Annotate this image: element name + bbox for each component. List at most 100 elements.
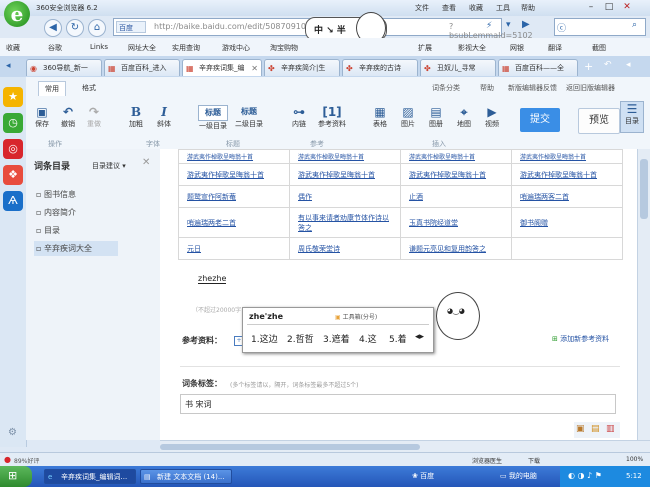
heading2-button[interactable]: 标题 二级目录 bbox=[232, 105, 266, 129]
tab-list-icon[interactable]: ◂ bbox=[626, 60, 631, 70]
refresh-icon[interactable]: ↻ bbox=[66, 19, 84, 37]
box-icon[interactable]: ▣ bbox=[576, 424, 585, 434]
album-button[interactable]: ▤ 图册 bbox=[426, 105, 446, 129]
table-cell[interactable]: 游武夷作棹歌呈晦翁十首 bbox=[511, 163, 623, 186]
menu-help[interactable]: 帮助 bbox=[521, 3, 535, 13]
dropdown-icon[interactable]: ▾ bbox=[506, 20, 511, 30]
table-button[interactable]: ▦ 表格 bbox=[370, 105, 390, 129]
undo-button[interactable]: ↶ 撤销 bbox=[58, 105, 78, 129]
star-icon[interactable]: ★ bbox=[3, 87, 23, 107]
start-button[interactable]: ⊞ bbox=[0, 466, 32, 487]
table-cell[interactable]: 止酒 bbox=[400, 185, 512, 208]
tab-format[interactable]: 格式 bbox=[76, 81, 102, 95]
toc-item[interactable]: ▫ 图书信息 bbox=[36, 189, 76, 200]
tab-active-edit[interactable]: ▦ 辛弃疾词集_编 ✕ bbox=[182, 59, 262, 76]
table-cell[interactable]: 谦题元亮见和复用韵答之 bbox=[400, 237, 512, 260]
video-button[interactable]: 影视大全 bbox=[458, 43, 486, 53]
table-cell[interactable]: 游武夷作棹歌呈晦翁十首 bbox=[289, 149, 401, 164]
menu-file[interactable]: 文件 bbox=[415, 3, 429, 13]
bookmark-games[interactable]: 游戏中心 bbox=[222, 43, 250, 53]
add-reference-link[interactable]: ⊞ 添加新参考资料 bbox=[552, 334, 609, 344]
new-tab-icon[interactable]: + bbox=[584, 60, 593, 73]
bold-button[interactable]: B 加粗 bbox=[126, 105, 146, 129]
preview-button[interactable]: 预览 bbox=[578, 108, 620, 134]
close-icon[interactable]: ✕ bbox=[620, 1, 634, 13]
screenshot-button[interactable]: 截图 bbox=[592, 43, 606, 53]
search-engine-icon[interactable]: ⓒ bbox=[557, 21, 566, 34]
tab-chounuer[interactable]: ✤ 丑奴儿_寻常 bbox=[420, 59, 496, 76]
map-button[interactable]: ⌖ 地图 bbox=[454, 105, 474, 129]
translate-button[interactable]: 翻译 bbox=[548, 43, 562, 53]
table-cell[interactable]: 周氏敬荣堂诗 bbox=[289, 237, 401, 260]
app-icon[interactable]: Ѧ bbox=[3, 191, 23, 211]
hscroll-thumb[interactable] bbox=[160, 444, 420, 450]
table-cell[interactable]: 游武夷作棹歌呈晦翁十首 bbox=[400, 163, 512, 186]
toc-suggest-dropdown[interactable]: 目录建议 ▾ bbox=[92, 161, 126, 171]
tab-common[interactable]: 常用 bbox=[38, 81, 66, 96]
toc-button[interactable]: ☰ 目录 bbox=[620, 101, 644, 133]
bookmark-google[interactable]: 谷歌 bbox=[48, 43, 62, 53]
baidu-quicklaunch[interactable]: ❀ 百度 bbox=[412, 471, 434, 481]
table-cell[interactable] bbox=[511, 237, 623, 260]
bookmark-taobao[interactable]: 淘宝购物 bbox=[270, 43, 298, 53]
table-cell[interactable]: 游武夷作棹歌呈晦翁十首 bbox=[400, 149, 512, 164]
ime-candidate[interactable]: 3.遮着 bbox=[323, 332, 350, 345]
table-cell[interactable]: 元日 bbox=[178, 237, 290, 260]
table-cell[interactable]: 游武夷作棹歌呈晦翁十首 bbox=[178, 163, 290, 186]
tray-icons[interactable]: ◐ ◑ ♪ ⚑ bbox=[568, 471, 602, 480]
ime-candidate[interactable]: 5.着 bbox=[389, 332, 407, 345]
toc-item[interactable]: ▫ 内容简介 bbox=[36, 207, 76, 218]
tab-baike-all[interactable]: ▦ 百度百科——全 bbox=[498, 59, 578, 76]
url-text[interactable]: http://baike.baidu.com/edit/50870910 bbox=[154, 22, 306, 31]
tab-poems[interactable]: ✤ 辛弃疾的古诗 bbox=[342, 59, 418, 76]
heading1-button[interactable]: 标题 一级目录 bbox=[196, 105, 230, 131]
tags-input[interactable]: 书 宋词 bbox=[180, 394, 616, 414]
inner-link-button[interactable]: ⊶ 内链 bbox=[288, 105, 310, 129]
my-computer[interactable]: ▭ 我的电脑 bbox=[500, 471, 537, 481]
extensions-button[interactable]: 扩展 bbox=[418, 43, 432, 53]
submit-button[interactable]: 提交 bbox=[520, 108, 560, 132]
tab-close-icon[interactable]: ✕ bbox=[251, 60, 258, 76]
bookmark-url-hub[interactable]: 网址大全 bbox=[128, 43, 156, 53]
toc-item-selected[interactable]: ▫ 辛弃疾词大全 bbox=[34, 241, 118, 256]
task-notepad[interactable]: ▤ 新建 文本文档 (14)... bbox=[140, 469, 232, 484]
search-engine-select[interactable]: 百度 bbox=[116, 21, 146, 33]
ime-candidate[interactable]: 4.这 bbox=[359, 332, 377, 345]
ime-mode[interactable]: ▣ 工具箱(分号) bbox=[335, 312, 377, 321]
bookmark-query[interactable]: 实用查询 bbox=[172, 43, 200, 53]
task-browser[interactable]: e 辛弃疾词集_编辑词... bbox=[44, 469, 136, 484]
ime-candidate[interactable]: 2.哲哲 bbox=[287, 332, 314, 345]
table-cell[interactable]: 游武夷作棹歌呈晦翁十首 bbox=[178, 149, 290, 164]
table-cell[interactable]: 哨遍瑞两客二首 bbox=[511, 185, 623, 208]
editor-scrollbar[interactable] bbox=[637, 149, 650, 440]
category-link[interactable]: 词条分类 bbox=[432, 83, 460, 93]
reference-button[interactable]: [1] 参考资料 bbox=[314, 105, 350, 129]
feedback-link[interactable]: 新版编辑器反馈 bbox=[508, 83, 557, 93]
tab-360-nav[interactable]: ◉ 360导航_新一 bbox=[26, 59, 102, 76]
toc-close-icon[interactable]: ✕ bbox=[142, 157, 150, 168]
rss-icon[interactable]: ❖ bbox=[3, 165, 23, 185]
sidebar-toggle-icon[interactable]: ◂ bbox=[6, 61, 11, 71]
help-link[interactable]: 帮助 bbox=[480, 83, 494, 93]
video-insert-button[interactable]: ▶ 视频 bbox=[482, 105, 502, 129]
table-cell[interactable]: 玉真书院经道堂 bbox=[400, 207, 512, 238]
browser-doctor[interactable]: 浏览器医生 bbox=[472, 456, 502, 465]
menu-tools[interactable]: 工具 bbox=[496, 3, 510, 13]
table-cell[interactable]: 游武夷作棹歌呈晦翁十首 bbox=[511, 149, 623, 164]
tool-icon[interactable]: ▥ bbox=[606, 424, 615, 434]
ime-candidate[interactable]: 1.这边 bbox=[251, 332, 278, 345]
home-icon[interactable]: ⌂ bbox=[88, 19, 106, 37]
image-button[interactable]: ▨ 图片 bbox=[398, 105, 418, 129]
bookmark-links[interactable]: Links bbox=[90, 43, 108, 51]
forward-icon[interactable]: ▶ bbox=[522, 19, 530, 30]
tab-baike-enter[interactable]: ▦ 百度百科_进入 bbox=[104, 59, 180, 76]
table-cell[interactable]: 偶作 bbox=[289, 185, 401, 208]
weibo-icon[interactable]: ◎ bbox=[3, 139, 23, 159]
scroll-thumb[interactable] bbox=[640, 159, 648, 219]
toc-item[interactable]: ▫ 目录 bbox=[36, 225, 60, 236]
table-cell[interactable]: 有以事来请者劝康节体作诗以答之 bbox=[289, 207, 401, 238]
bookmark-favorites[interactable]: 收藏 bbox=[6, 43, 20, 53]
search-icon[interactable]: ⌕ bbox=[632, 20, 637, 30]
lightning-icon[interactable]: ⚡ bbox=[486, 21, 492, 31]
table-cell[interactable]: 游武夷作棹歌呈晦翁十首 bbox=[289, 163, 401, 186]
